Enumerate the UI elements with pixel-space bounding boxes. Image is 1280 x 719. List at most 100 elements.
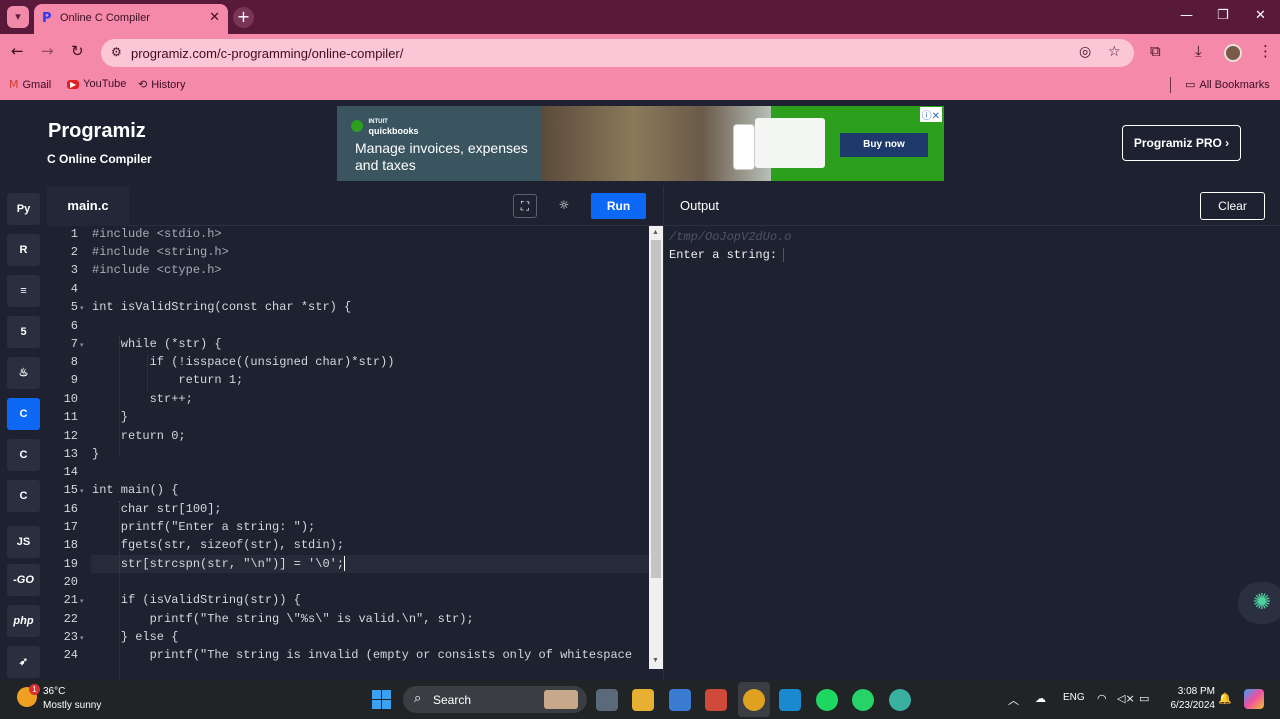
all-bookmarks[interactable]: ▭ All Bookmarks	[1185, 78, 1270, 91]
clock-date[interactable]: 6/23/2024	[1163, 700, 1216, 711]
weather-condition[interactable]: Mostly sunny	[43, 700, 101, 711]
theme-toggle-icon[interactable]: ☼	[552, 194, 576, 218]
site-info-icon[interactable]: ⚙	[111, 45, 122, 59]
minimize-button[interactable]: —	[1180, 8, 1193, 23]
new-tab-button[interactable]: +	[233, 7, 254, 28]
maximize-button[interactable]: ❐	[1217, 8, 1229, 23]
output-text[interactable]: Enter a string:	[669, 248, 785, 262]
ad-buy-now-button[interactable]: Buy now	[840, 133, 928, 157]
wifi-icon[interactable]: ◠	[1097, 692, 1107, 705]
tab-search-button[interactable]: ▾	[7, 6, 29, 28]
spotify-icon[interactable]	[816, 689, 838, 711]
java-icon[interactable]: ♨	[7, 357, 40, 389]
folder-icon: ▭	[1185, 78, 1196, 91]
fullscreen-icon[interactable]: ⛶	[513, 194, 537, 218]
ai-assistant-icon[interactable]: ✺	[1238, 582, 1280, 624]
battery-icon[interactable]: ▭	[1139, 692, 1149, 705]
copilot-icon[interactable]	[1244, 689, 1264, 709]
line-number: 11	[63, 410, 78, 424]
tray-chevron-icon[interactable]: ︿	[1008, 692, 1019, 708]
bookmarks-divider	[1170, 77, 1171, 93]
back-button[interactable]: ←	[11, 42, 24, 60]
html-icon[interactable]: 5	[7, 316, 40, 348]
c-icon[interactable]: C	[7, 398, 40, 430]
close-window-button[interactable]: ✕	[1255, 8, 1266, 23]
weather-temperature[interactable]: 36°C	[43, 686, 65, 697]
ad-text-panel: INTUIT quickbooks Manage invoices, expen…	[337, 106, 541, 181]
output-header: Output Clear	[663, 186, 1280, 226]
task-view-icon[interactable]	[596, 689, 618, 711]
bookmark-gmail[interactable]: M Gmail	[9, 78, 51, 91]
fold-arrow-icon[interactable]: ▾	[80, 597, 84, 605]
store-icon[interactable]	[669, 689, 691, 711]
browser-app-icon[interactable]	[889, 689, 911, 711]
bookmark-youtube[interactable]: ▶ YouTube	[67, 78, 126, 90]
sql-icon[interactable]: ≡	[7, 275, 40, 307]
output-console[interactable]: /tmp/OoJopV2dUo.o Enter a string:	[663, 226, 1280, 680]
code-line: #include <stdio.h>	[92, 227, 222, 241]
download-icon[interactable]: ⤓	[1195, 42, 1202, 60]
clear-button[interactable]: Clear	[1200, 192, 1265, 220]
browser-tab[interactable]: P Online C Compiler ✕	[34, 4, 228, 34]
line-number: 14	[63, 465, 78, 479]
scroll-up-icon[interactable]: ▲	[652, 229, 659, 236]
reload-button[interactable]: ↻	[71, 42, 84, 60]
whatsapp-icon[interactable]	[852, 689, 874, 711]
line-number: 8	[70, 355, 78, 369]
speaker-muted-icon[interactable]: ◁×	[1117, 692, 1135, 705]
tab-title: Online C Compiler	[60, 12, 150, 24]
menu-icon[interactable]: ⋮	[1258, 42, 1273, 60]
editor-scrollbar[interactable]: ▲ ▼	[649, 226, 663, 669]
python-icon[interactable]: Py	[7, 193, 40, 225]
swift-icon[interactable]: ➶	[7, 646, 40, 678]
run-button[interactable]: Run	[591, 193, 646, 219]
cpp-icon[interactable]: C	[7, 439, 40, 471]
ad-banner[interactable]: INTUIT quickbooks Manage invoices, expen…	[337, 106, 944, 181]
cloud-icon[interactable]: ☁	[1035, 692, 1046, 705]
editor-toolbar: main.c ⛶ ☼ Run	[47, 186, 663, 226]
notification-bell-icon[interactable]: 🔔	[1218, 692, 1232, 705]
line-number: 21	[63, 593, 78, 607]
bookmark-star-icon[interactable]: ☆	[1108, 44, 1121, 60]
file-tab-main-c[interactable]: main.c	[47, 186, 129, 226]
start-button[interactable]	[372, 690, 391, 709]
profile-avatar[interactable]	[1224, 44, 1242, 62]
scroll-down-icon[interactable]: ▼	[652, 657, 659, 664]
clock-time[interactable]: 3:08 PM	[1175, 686, 1215, 697]
eye-off-icon[interactable]: ◎	[1079, 44, 1091, 60]
scroll-thumb[interactable]	[651, 240, 661, 578]
file-explorer-icon[interactable]	[632, 689, 654, 711]
language-indicator[interactable]: ENG	[1063, 692, 1085, 703]
code-line: } else {	[92, 630, 179, 644]
url-text[interactable]: programiz.com/c-programming/online-compi…	[131, 46, 403, 61]
taskbar-search[interactable]: ⌕ Search	[403, 686, 587, 713]
line-number: 19	[63, 557, 78, 571]
javascript-icon[interactable]: JS	[7, 526, 40, 558]
code-line: str++;	[92, 392, 193, 406]
fold-arrow-icon[interactable]: ▾	[80, 304, 84, 312]
code-editor[interactable]: 1 2 3 4 5 6 7 8 9 10 11 12 13 14 15 16 1…	[47, 226, 649, 680]
page-title: C Online Compiler	[47, 152, 152, 166]
fold-arrow-icon[interactable]: ▾	[80, 634, 84, 642]
programiz-logo[interactable]: Programiz	[48, 120, 146, 143]
address-bar[interactable]: ⚙ programiz.com/c-programming/online-com…	[101, 39, 1134, 67]
programiz-pro-button[interactable]: Programiz PRO ›	[1122, 125, 1241, 161]
fold-arrow-icon[interactable]: ▾	[80, 341, 84, 349]
fold-arrow-icon[interactable]: ▾	[80, 487, 84, 495]
bookmark-history[interactable]: ⟲ History	[138, 78, 185, 91]
extensions-icon[interactable]: ⧉	[1150, 42, 1161, 60]
prime-video-icon[interactable]	[779, 689, 801, 711]
go-icon[interactable]: -GO	[7, 564, 40, 596]
forward-button[interactable]: →	[41, 42, 54, 60]
ad-phone-image	[733, 124, 755, 170]
close-tab-icon[interactable]: ✕	[209, 10, 220, 25]
csharp-icon[interactable]: C	[7, 480, 40, 512]
ad-close-icon[interactable]: ⓘ✕	[919, 107, 942, 122]
line-number-gutter: 1 2 3 4 5 6 7 8 9 10 11 12 13 14 15 16 1…	[47, 226, 87, 680]
chrome-icon[interactable]	[743, 689, 765, 711]
app-icon[interactable]	[705, 689, 727, 711]
r-icon[interactable]: R	[7, 234, 40, 266]
history-icon: ⟲	[138, 78, 148, 91]
php-icon[interactable]: php	[7, 605, 40, 637]
code-line-active: str[strcspn(str, "\n")] = '\0';	[92, 557, 345, 571]
